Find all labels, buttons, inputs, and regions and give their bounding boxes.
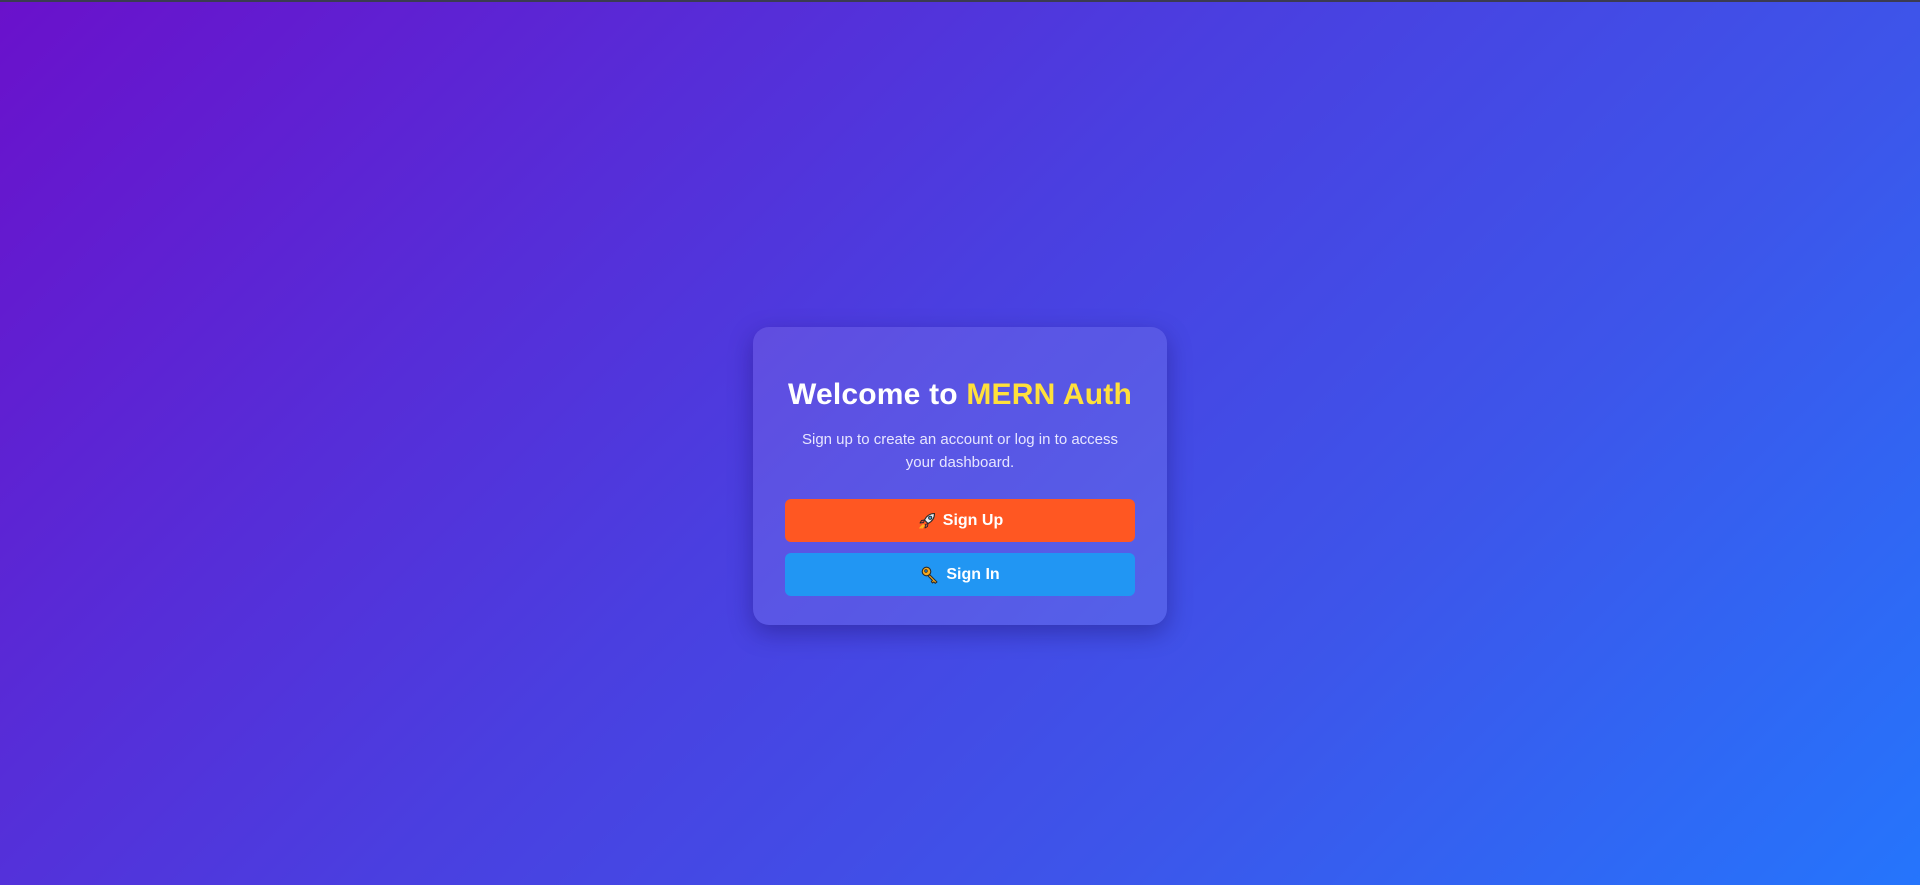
sign-up-button[interactable]: Sign Up — [785, 499, 1135, 542]
brand-name: MERN Auth — [966, 378, 1133, 411]
sign-in-button[interactable]: Sign In — [785, 553, 1135, 596]
top-border — [0, 0, 1920, 2]
key-icon — [920, 565, 940, 585]
title-prefix: Welcome to — [787, 378, 958, 411]
welcome-card: Welcome to MERN Auth Sign up to create a… — [753, 327, 1167, 625]
page-title: Welcome to MERN Auth — [785, 377, 1135, 413]
subtitle: Sign up to create an account or log in t… — [801, 431, 1119, 471]
rocket-icon — [917, 511, 937, 531]
sign-in-label: Sign In — [946, 565, 1000, 583]
sign-up-label: Sign Up — [942, 511, 1004, 529]
